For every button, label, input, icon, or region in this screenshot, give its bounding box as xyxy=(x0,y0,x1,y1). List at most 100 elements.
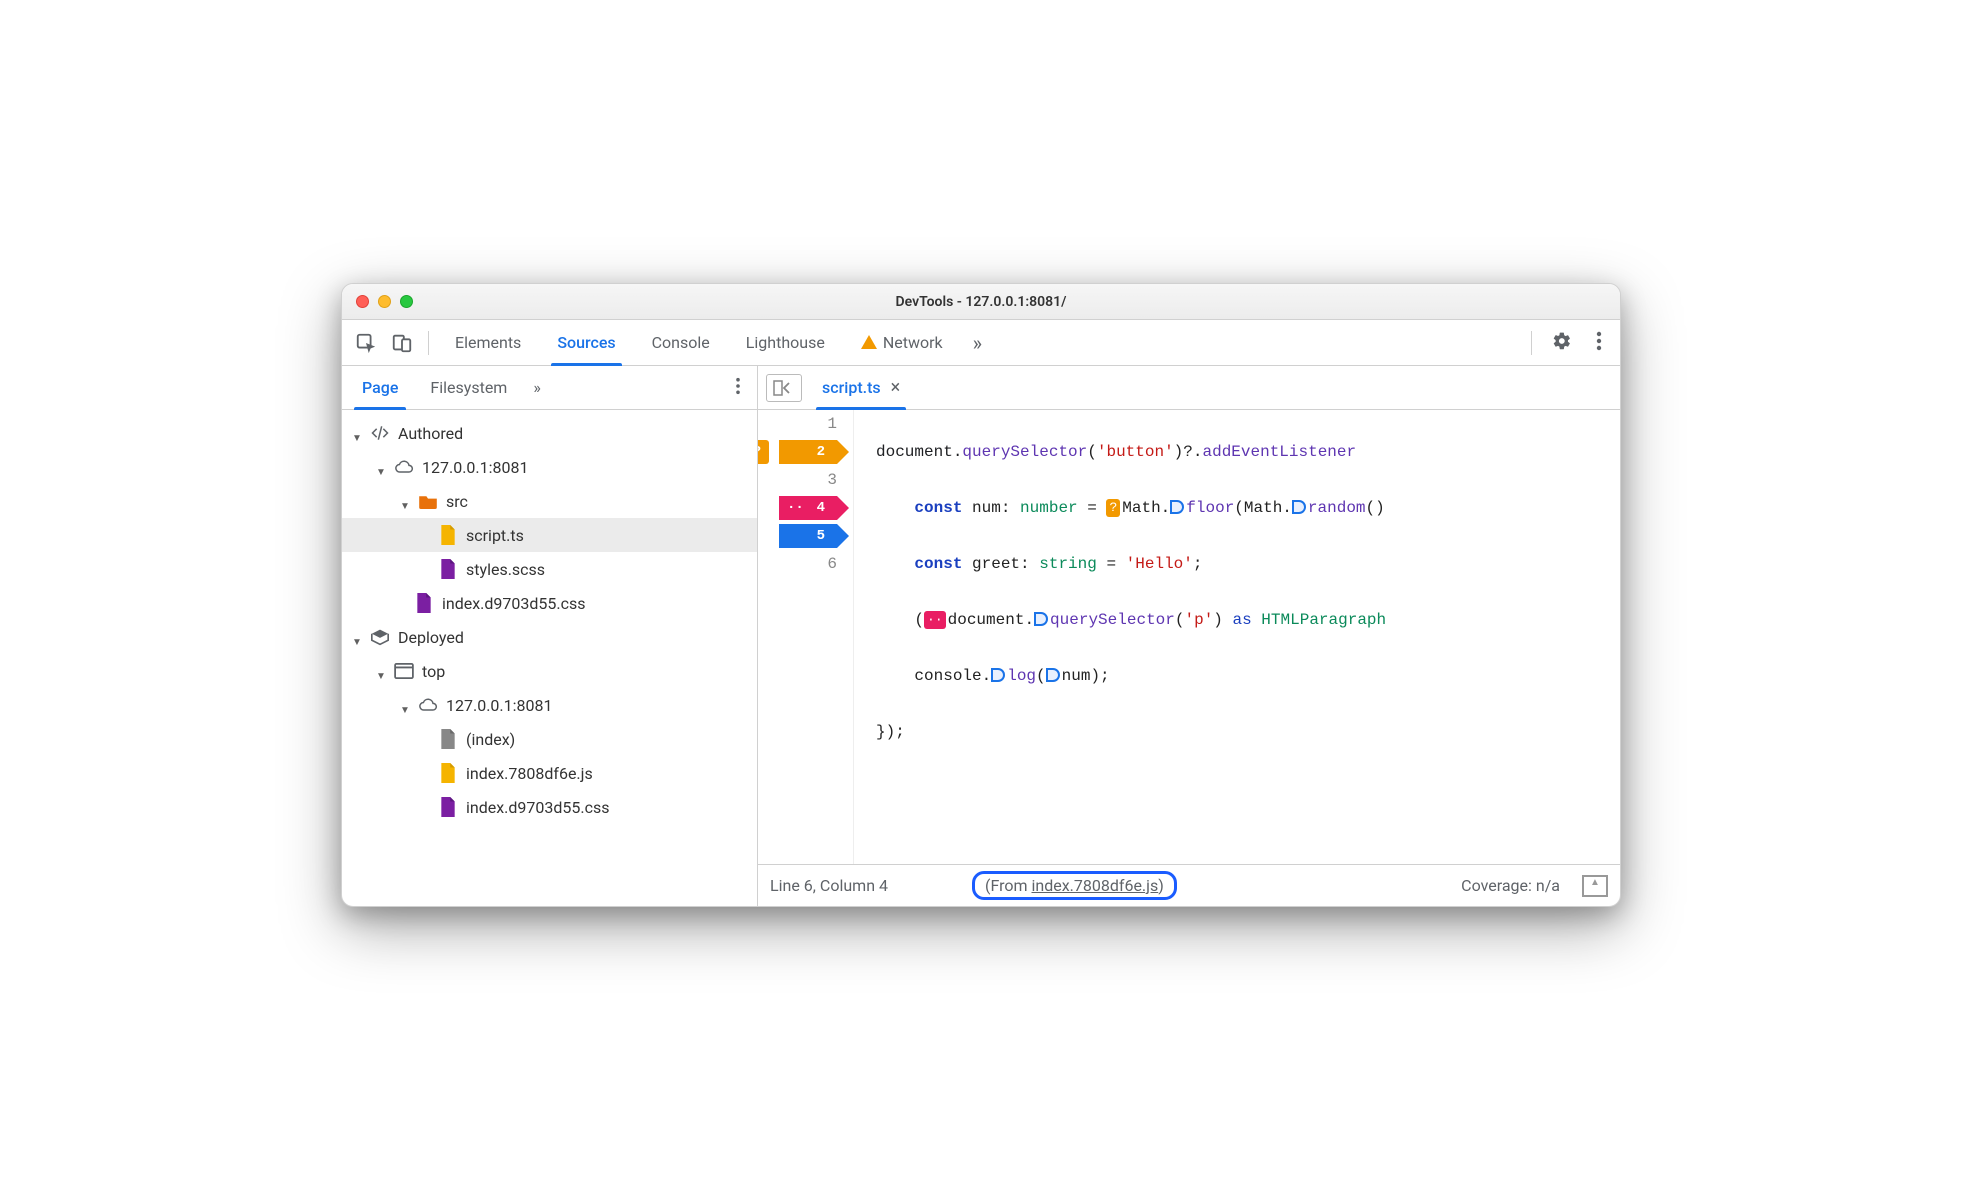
file-icon xyxy=(438,525,458,545)
tab-network-label: Network xyxy=(883,333,943,352)
tree-label: Authored xyxy=(398,424,463,443)
tree-label: styles.scss xyxy=(466,560,545,579)
code-content[interactable]: document.querySelector('button')?.addEve… xyxy=(854,410,1620,864)
gear-icon xyxy=(1552,331,1572,351)
code-editor[interactable]: 1 ? 2 3 ·· 4 xyxy=(758,410,1620,864)
file-tab-script-ts[interactable]: script.ts × xyxy=(810,366,912,409)
kebab-icon xyxy=(1596,331,1602,351)
tree-host-deployed[interactable]: 127.0.0.1:8081 xyxy=(342,688,757,722)
line-number: 2 xyxy=(817,438,825,466)
file-tabs-bar: script.ts × xyxy=(758,366,1620,410)
inline-breakpoint-marker[interactable] xyxy=(1046,668,1060,682)
navigator-options-button[interactable] xyxy=(735,377,753,399)
file-icon xyxy=(438,729,458,749)
tree-label: index.7808df6e.js xyxy=(466,764,593,783)
inline-breakpoint-marker[interactable] xyxy=(991,668,1005,682)
more-tabs-button[interactable]: » xyxy=(963,331,992,355)
more-options-button[interactable] xyxy=(1586,331,1612,355)
inline-breakpoint-marker[interactable] xyxy=(1170,500,1184,514)
tab-network[interactable]: Network xyxy=(845,320,959,365)
tree-label: index.d9703d55.css xyxy=(442,594,586,613)
breakpoint-badge: ? xyxy=(758,440,769,464)
file-icon xyxy=(438,763,458,783)
file-icon xyxy=(438,797,458,817)
navigator-tab-filesystem[interactable]: Filesystem xyxy=(414,366,523,409)
navigator-more-tabs[interactable]: » xyxy=(523,378,551,397)
inline-breakpoint-marker[interactable] xyxy=(1292,500,1306,514)
tree-file-index-js[interactable]: index.7808df6e.js xyxy=(342,756,757,790)
settings-button[interactable] xyxy=(1542,331,1582,355)
navigator-panel: Page Filesystem » Authored xyxy=(342,366,758,906)
tree-label: 127.0.0.1:8081 xyxy=(422,458,528,477)
window-title: DevTools - 127.0.0.1:8081/ xyxy=(342,294,1620,310)
line-number: 3 xyxy=(827,471,837,489)
tab-sources[interactable]: Sources xyxy=(541,320,631,365)
close-tab-button[interactable]: × xyxy=(891,377,901,398)
panel-toggle-icon xyxy=(773,380,795,396)
tree-group-deployed[interactable]: Deployed xyxy=(342,620,757,654)
tree-file-script-ts[interactable]: script.ts xyxy=(342,518,757,552)
source-map-link[interactable]: index.7808df6e.js xyxy=(1032,876,1159,895)
cloud-icon xyxy=(394,457,414,477)
folder-icon xyxy=(418,491,438,511)
line-gutter[interactable]: 1 ? 2 3 ·· 4 xyxy=(758,410,854,864)
devtools-window: DevTools - 127.0.0.1:8081/ Elements Sour… xyxy=(341,283,1621,907)
breakpoint-conditional[interactable]: ? 2 xyxy=(779,440,837,464)
tree-folder-src[interactable]: src xyxy=(342,484,757,518)
tab-console[interactable]: Console xyxy=(636,320,726,365)
inline-breakpoint-marker[interactable]: ? xyxy=(1106,499,1120,517)
line-number: 5 xyxy=(817,522,825,550)
breakpoint-badge: ·· xyxy=(787,494,804,522)
tree-host-authored[interactable]: 127.0.0.1:8081 xyxy=(342,450,757,484)
tab-elements[interactable]: Elements xyxy=(439,320,537,365)
device-toggle-icon[interactable] xyxy=(386,327,418,359)
editor-statusbar: Line 6, Column 4 (From index.7808df6e.js… xyxy=(758,864,1620,906)
tree-frame-top[interactable]: top xyxy=(342,654,757,688)
line-number: 4 xyxy=(817,494,825,522)
file-icon xyxy=(414,593,434,613)
tree-label: src xyxy=(446,492,468,511)
line-number: 6 xyxy=(827,555,837,573)
tree-file-styles-scss[interactable]: styles.scss xyxy=(342,552,757,586)
navigator-tabs: Page Filesystem » xyxy=(342,366,757,410)
frame-icon xyxy=(394,661,414,681)
tree-label: script.ts xyxy=(466,526,524,545)
tree-label: Deployed xyxy=(398,628,464,647)
tree-file-index-css-deployed[interactable]: index.d9703d55.css xyxy=(342,790,757,824)
inspect-element-icon[interactable] xyxy=(350,327,382,359)
tree-group-authored[interactable]: Authored xyxy=(342,416,757,450)
tree-label: index.d9703d55.css xyxy=(466,798,610,817)
code-icon xyxy=(370,423,390,443)
tree-label: (index) xyxy=(466,730,515,749)
warning-icon xyxy=(861,335,877,349)
cursor-position: Line 6, Column 4 xyxy=(770,876,888,895)
tab-lighthouse[interactable]: Lighthouse xyxy=(730,320,841,365)
inline-breakpoint-marker[interactable] xyxy=(1034,612,1048,626)
breakpoint[interactable]: 5 xyxy=(779,524,837,548)
deployed-icon xyxy=(370,627,390,647)
tree-file-index-css-authored[interactable]: index.d9703d55.css xyxy=(342,586,757,620)
toolbar-divider-right xyxy=(1531,331,1532,355)
tree-label: 127.0.0.1:8081 xyxy=(446,696,552,715)
traffic-lights xyxy=(356,295,413,308)
file-tab-label: script.ts xyxy=(822,378,881,397)
navigator-toggle-button[interactable] xyxy=(766,374,802,402)
minimize-window-button[interactable] xyxy=(378,295,391,308)
show-drawer-button[interactable] xyxy=(1582,875,1608,897)
tree-file-index[interactable]: (index) xyxy=(342,722,757,756)
main-toolbar: Elements Sources Console Lighthouse Netw… xyxy=(342,320,1620,366)
cloud-icon xyxy=(418,695,438,715)
tree-label: top xyxy=(422,662,445,681)
file-tree: Authored 127.0.0.1:8081 src xyxy=(342,410,757,906)
toolbar-divider xyxy=(428,331,429,355)
source-map-from: (From index.7808df6e.js) xyxy=(972,871,1177,900)
inline-logpoint-marker[interactable]: ·· xyxy=(924,611,946,629)
close-window-button[interactable] xyxy=(356,295,369,308)
maximize-window-button[interactable] xyxy=(400,295,413,308)
navigator-tab-page[interactable]: Page xyxy=(346,366,414,409)
line-number: 1 xyxy=(827,415,837,433)
coverage-status: Coverage: n/a xyxy=(1461,876,1560,895)
breakpoint-logpoint[interactable]: ·· 4 xyxy=(779,496,837,520)
titlebar: DevTools - 127.0.0.1:8081/ xyxy=(342,284,1620,320)
file-icon xyxy=(438,559,458,579)
